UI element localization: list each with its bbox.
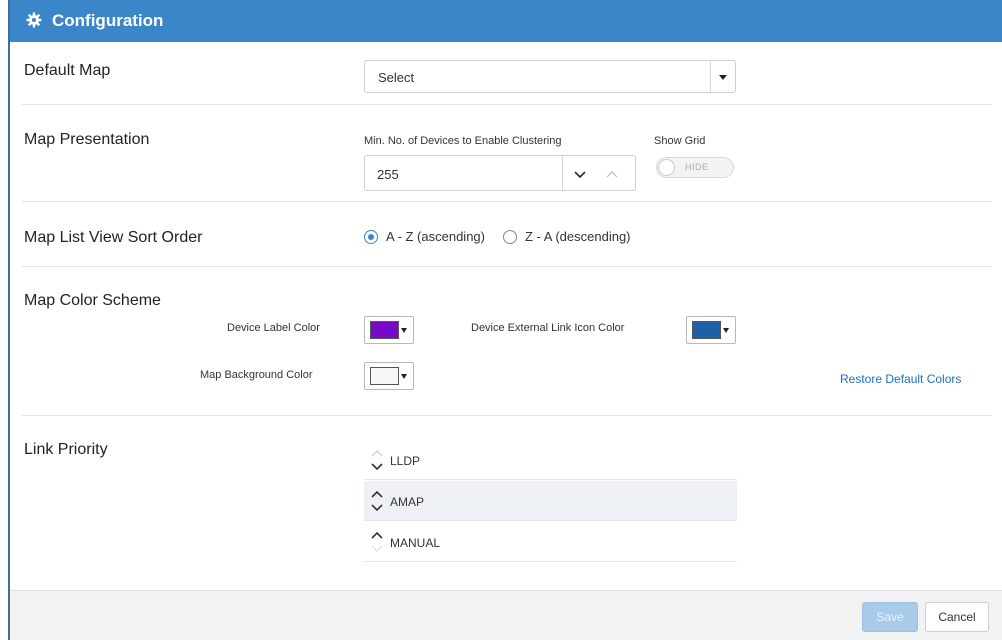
dialog-header: Configuration bbox=[10, 0, 1002, 42]
radio-ascending[interactable]: A - Z (ascending) bbox=[364, 229, 485, 244]
divider bbox=[22, 266, 992, 267]
background-color-swatch bbox=[370, 367, 399, 385]
link-priority-item-label: LLDP bbox=[390, 454, 421, 468]
left-edge bbox=[0, 0, 10, 640]
cancel-button[interactable]: Cancel bbox=[925, 602, 989, 632]
radio-ascending-label: A - Z (ascending) bbox=[386, 229, 485, 244]
link-priority-item-label: AMAP bbox=[390, 495, 425, 509]
gear-icon bbox=[26, 12, 44, 30]
list-item: AMAP bbox=[364, 481, 737, 521]
default-map-label: Default Map bbox=[24, 62, 111, 79]
save-button[interactable]: Save bbox=[862, 602, 918, 632]
radio-unselected-icon bbox=[503, 229, 517, 244]
caret-down-icon bbox=[719, 75, 727, 80]
caret-down-icon bbox=[401, 328, 407, 333]
dialog-footer bbox=[10, 590, 1002, 640]
caret-down-icon bbox=[401, 374, 407, 379]
restore-default-colors-link[interactable]: Restore Default Colors bbox=[840, 372, 961, 386]
default-map-select-value: Select bbox=[378, 70, 415, 85]
external-link-icon-color-picker[interactable] bbox=[686, 316, 736, 344]
reorder-arrows-icon[interactable] bbox=[370, 526, 384, 558]
background-color-picker[interactable] bbox=[364, 362, 414, 390]
show-grid-toggle[interactable]: HIDE bbox=[656, 157, 734, 178]
chevron-down-icon[interactable] bbox=[571, 166, 589, 182]
clustering-stepper[interactable]: 255 bbox=[364, 155, 636, 191]
toggle-state: HIDE bbox=[685, 162, 709, 172]
reorder-arrows-icon[interactable] bbox=[370, 485, 384, 517]
toggle-knob bbox=[658, 159, 675, 176]
caret-down-icon bbox=[723, 328, 729, 333]
color-scheme-label: Map Color Scheme bbox=[24, 292, 161, 309]
reorder-arrows-icon[interactable] bbox=[370, 444, 384, 476]
background-color-label: Map Background Color bbox=[200, 369, 313, 381]
list-item: MANUAL bbox=[364, 522, 737, 562]
divider bbox=[22, 104, 992, 105]
chevron-up-icon[interactable] bbox=[603, 166, 621, 182]
select-divider bbox=[710, 61, 711, 92]
dialog-title: Configuration bbox=[52, 11, 164, 30]
divider bbox=[22, 201, 992, 202]
clustering-label: Min. No. of Devices to Enable Clustering bbox=[364, 135, 562, 147]
sort-order-label: Map List View Sort Order bbox=[24, 229, 203, 246]
show-grid-label: Show Grid bbox=[654, 135, 706, 147]
external-link-icon-color-swatch bbox=[692, 321, 721, 339]
device-label-color-swatch bbox=[370, 321, 399, 339]
map-presentation-label: Map Presentation bbox=[24, 131, 150, 148]
list-item: LLDP bbox=[364, 440, 737, 480]
default-map-select[interactable]: Select bbox=[364, 60, 736, 93]
external-link-icon-color-label: Device External Link Icon Color bbox=[471, 322, 625, 334]
clustering-value: 255 bbox=[377, 167, 399, 182]
link-priority-label: Link Priority bbox=[24, 441, 108, 458]
radio-selected-icon bbox=[364, 229, 378, 244]
divider bbox=[22, 415, 992, 416]
stepper-divider bbox=[562, 156, 563, 190]
sort-order-radio-group: A - Z (ascending) Z - A (descending) bbox=[364, 229, 649, 244]
radio-descending-label: Z - A (descending) bbox=[525, 229, 631, 244]
device-label-color-picker[interactable] bbox=[364, 316, 414, 344]
link-priority-item-label: MANUAL bbox=[390, 536, 441, 550]
device-label-color-label: Device Label Color bbox=[227, 322, 320, 334]
radio-descending[interactable]: Z - A (descending) bbox=[503, 229, 631, 244]
